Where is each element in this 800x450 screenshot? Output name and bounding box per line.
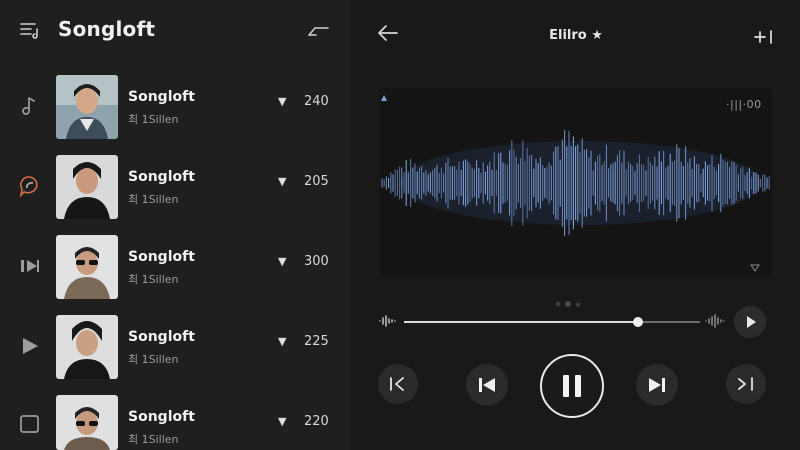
seek-slider[interactable] bbox=[404, 317, 700, 327]
skip-to-end-icon[interactable] bbox=[18, 254, 42, 278]
album-cover bbox=[56, 395, 118, 450]
add-to-playlist-icon[interactable] bbox=[752, 28, 776, 46]
previous-button[interactable] bbox=[466, 364, 508, 406]
waveform-time-readout: ·|||·00 bbox=[726, 98, 762, 111]
song-row[interactable]: Songloft 최 1Sillen ▼ 240 bbox=[56, 75, 346, 141]
song-count: 240 bbox=[304, 94, 329, 109]
dropdown-icon[interactable]: ▼ bbox=[278, 255, 286, 268]
album-cover bbox=[56, 235, 118, 299]
repeat-icon bbox=[738, 377, 753, 391]
song-count: 300 bbox=[304, 254, 329, 269]
song-subtitle: 최 1Sillen bbox=[128, 113, 179, 126]
song-subtitle: 최 1Sillen bbox=[128, 273, 179, 286]
dropdown-icon[interactable]: ▼ bbox=[278, 95, 286, 108]
song-count: 205 bbox=[304, 174, 329, 189]
app-title: Songloft bbox=[58, 17, 156, 41]
next-icon bbox=[649, 378, 665, 392]
now-playing-panel: Elilro ★ ·|||·00 bbox=[352, 0, 800, 450]
collapse-icon[interactable] bbox=[306, 22, 332, 40]
pause-icon bbox=[563, 375, 581, 397]
album-cover bbox=[56, 315, 118, 379]
page-dots bbox=[555, 301, 582, 308]
waveform-expand-icon[interactable] bbox=[750, 264, 760, 272]
dropdown-icon[interactable]: ▼ bbox=[278, 335, 286, 348]
play-icon bbox=[747, 316, 756, 328]
music-note-icon[interactable] bbox=[18, 94, 42, 118]
waveform-start-marker-icon bbox=[381, 95, 387, 101]
song-title: Songloft bbox=[128, 329, 195, 345]
song-row[interactable]: Songloft 최 1Sillen ▼ 205 bbox=[56, 155, 346, 221]
song-title: Songloft bbox=[128, 409, 195, 425]
song-subtitle: 최 1Sillen bbox=[128, 353, 179, 366]
song-subtitle: 최 1Sillen bbox=[128, 433, 179, 446]
song-title: Songloft bbox=[128, 89, 195, 105]
queue-menu-icon[interactable] bbox=[18, 18, 42, 42]
repeat-button[interactable] bbox=[726, 364, 766, 404]
album-cover bbox=[56, 75, 118, 139]
dropdown-icon[interactable]: ▼ bbox=[278, 175, 286, 188]
audio-waveform bbox=[381, 130, 770, 236]
shuffle-button[interactable] bbox=[378, 364, 418, 404]
square-icon[interactable] bbox=[18, 412, 42, 436]
volume-low-icon[interactable] bbox=[378, 314, 398, 328]
previous-icon bbox=[479, 378, 495, 392]
seek-handle[interactable] bbox=[632, 317, 643, 327]
song-row[interactable]: Songloft 최 1Sillen ▼ 220 bbox=[56, 395, 346, 450]
dropdown-icon[interactable]: ▼ bbox=[278, 415, 286, 428]
album-cover bbox=[56, 155, 118, 219]
pause-button[interactable] bbox=[540, 354, 604, 418]
shuffle-icon bbox=[390, 377, 404, 391]
seek-progress bbox=[404, 321, 638, 323]
sidebar-rail bbox=[0, 62, 56, 450]
mini-play-button[interactable] bbox=[734, 306, 766, 338]
volume-high-icon[interactable] bbox=[704, 314, 726, 328]
song-title: Songloft bbox=[128, 249, 195, 265]
now-playing-title: Elilro ★ bbox=[549, 28, 603, 43]
next-button[interactable] bbox=[636, 364, 678, 406]
play-icon[interactable] bbox=[18, 334, 42, 358]
chat-bubble-icon[interactable] bbox=[18, 174, 42, 198]
song-subtitle: 최 1Sillen bbox=[128, 193, 179, 206]
song-count: 225 bbox=[304, 334, 329, 349]
song-title: Songloft bbox=[128, 169, 195, 185]
song-row[interactable]: Songloft 최 1Sillen ▼ 225 bbox=[56, 315, 346, 381]
waveform-display[interactable]: ·|||·00 bbox=[380, 88, 772, 278]
song-count: 220 bbox=[304, 414, 329, 429]
seek-bar-row bbox=[378, 306, 798, 338]
song-row[interactable]: Songloft 최 1Sillen ▼ 300 bbox=[56, 235, 346, 301]
library-panel: Songloft Songloft 최 1Sillen ▼ 240 Songlo… bbox=[0, 0, 350, 450]
library-header: Songloft bbox=[0, 0, 350, 62]
